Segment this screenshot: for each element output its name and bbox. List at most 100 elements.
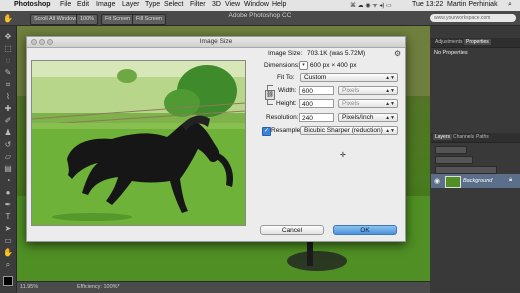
resample-label: Resample:: [271, 127, 303, 134]
menu-image[interactable]: Image: [96, 1, 115, 8]
dimensions-dropdown-icon[interactable]: ▾: [299, 61, 308, 70]
tab-properties[interactable]: Properties: [464, 39, 491, 45]
height-unit-select[interactable]: Pixels ▲▼: [338, 99, 398, 108]
menu-3d[interactable]: 3D: [212, 1, 221, 8]
blur-tool-icon[interactable]: ◔: [3, 176, 13, 186]
menu-select[interactable]: Select: [164, 1, 183, 8]
resample-checkbox[interactable]: ✓: [262, 127, 271, 136]
pen-tool-icon[interactable]: ✒: [3, 200, 13, 210]
layer-kind-filter[interactable]: [435, 146, 467, 154]
minimize-icon[interactable]: [39, 39, 45, 45]
efficiency-readout[interactable]: Efficiency: 100%*: [77, 284, 120, 290]
width-label: Width:: [278, 87, 297, 94]
dimensions-label: Dimensions:: [264, 62, 300, 69]
chevron-down-icon: ▲▼: [385, 115, 395, 121]
crop-tool-icon[interactable]: ⌗: [3, 80, 13, 90]
cancel-button[interactable]: Cancel: [260, 225, 324, 235]
resample-method-select[interactable]: Bicubic Sharper (reduction) ▲▼: [300, 126, 398, 135]
status-icons: ⌘ ☁ ◉ ᯤ ◂) ▭: [350, 3, 392, 9]
user-name[interactable]: Martin Perhiniak: [447, 1, 498, 8]
tab-paths[interactable]: Paths: [474, 134, 491, 140]
dimensions-value: 600 px × 400 px: [310, 62, 357, 69]
layers-tabs: Layers Channels Paths: [431, 133, 520, 143]
fit-to-select[interactable]: Custom ▲▼: [300, 73, 398, 82]
dialog-title-bar: Image Size: [27, 37, 405, 48]
resolution-unit-value: Pixels/Inch: [342, 114, 374, 121]
shape-tool-icon[interactable]: ▭: [3, 236, 13, 246]
image-preview[interactable]: [31, 60, 246, 226]
status-bar: 11.95% Efficiency: 100%*: [17, 281, 430, 293]
foreground-color-swatch[interactable]: [3, 276, 13, 286]
settings-gear-icon[interactable]: ⚙: [394, 49, 401, 58]
hand-tool-icon[interactable]: ✋: [3, 248, 13, 258]
resolution-input[interactable]: 240: [299, 113, 334, 122]
fit-to-label: Fit To:: [277, 74, 295, 81]
zoom-readout[interactable]: 11.95%: [20, 284, 38, 290]
chevron-down-icon: ▲▼: [385, 75, 395, 81]
spotlight-icon[interactable]: ⌕: [508, 1, 512, 9]
height-input[interactable]: 400: [299, 99, 334, 108]
workspace-search[interactable]: www.yourworkspace.com: [430, 14, 516, 22]
quick-select-tool-icon[interactable]: ✎: [3, 68, 13, 78]
tools-panel: ✥ ⬚ ◌ ✎ ⌗ ⌇ ✚ ✐ ♟ ↺ ▱ ▤ ◔ ● ✒ T ➤ ▭ ✋ ⌕: [0, 26, 17, 292]
image-size-value: 703.1K (was 5.72M): [307, 50, 366, 57]
tab-channels[interactable]: Channels: [451, 134, 476, 140]
layer-name[interactable]: Background: [463, 178, 492, 184]
options-bar: ✋ Scroll All Windows 100% Fit Screen Fil…: [0, 11, 520, 26]
layer-row-background[interactable]: ◉ Background 🔒︎: [431, 174, 520, 188]
menu-edit[interactable]: Edit: [77, 1, 89, 8]
resolution-unit-select[interactable]: Pixels/Inch ▲▼: [338, 113, 398, 122]
mac-menubar: Photoshop File Edit Image Layer Type Sel…: [0, 0, 520, 11]
lock-icon: 🔒︎: [509, 177, 513, 183]
width-input[interactable]: 600: [299, 86, 334, 95]
image-size-label: Image Size:: [268, 50, 303, 57]
menu-filter[interactable]: Filter: [190, 1, 206, 8]
mouse-cursor-icon: ✛: [340, 152, 346, 159]
width-unit-select[interactable]: Pixels ▲▼: [338, 86, 398, 95]
resample-method-value: Bicubic Sharper (reduction): [304, 127, 383, 134]
healing-tool-icon[interactable]: ✚: [3, 104, 13, 114]
right-panels: Adjustments Properties No Properties Lay…: [431, 26, 520, 292]
blend-mode-select[interactable]: [435, 156, 473, 164]
image-size-dialog: Image Size Image Size: 703.1K (was 5.72M…: [26, 36, 406, 242]
menu-layer[interactable]: Layer: [122, 1, 140, 8]
menu-help[interactable]: Help: [272, 1, 286, 8]
link-chain-icon[interactable]: ⛓: [265, 90, 275, 100]
lasso-tool-icon[interactable]: ◌: [3, 56, 13, 66]
close-icon[interactable]: [31, 39, 37, 45]
type-tool-icon[interactable]: T: [3, 212, 13, 222]
tab-layers[interactable]: Layers: [433, 134, 453, 140]
horse-preview-image: [32, 61, 245, 225]
gradient-tool-icon[interactable]: ▤: [3, 164, 13, 174]
chevron-down-icon: ▲▼: [385, 128, 395, 134]
menu-window[interactable]: Window: [244, 1, 269, 8]
dodge-tool-icon[interactable]: ●: [3, 188, 13, 198]
menu-photoshop[interactable]: Photoshop: [14, 1, 51, 8]
ok-button[interactable]: OK: [333, 225, 397, 235]
clock: Tue 13:22: [412, 1, 444, 8]
menu-type[interactable]: Type: [145, 1, 160, 8]
no-properties-text: No Properties: [434, 50, 468, 56]
lock-options[interactable]: [435, 166, 497, 174]
height-label: Height:: [276, 100, 297, 107]
marquee-tool-icon[interactable]: ⬚: [3, 44, 13, 54]
resolution-label: Resolution:: [266, 114, 299, 121]
zoom-icon[interactable]: [47, 39, 53, 45]
menu-view[interactable]: View: [225, 1, 240, 8]
brush-tool-icon[interactable]: ✐: [3, 116, 13, 126]
move-tool-icon[interactable]: ✥: [3, 32, 13, 42]
chevron-down-icon: ▲▼: [385, 88, 395, 94]
dialog-title: Image Size: [199, 38, 233, 45]
eyedropper-tool-icon[interactable]: ⌇: [3, 92, 13, 102]
eraser-tool-icon[interactable]: ▱: [3, 152, 13, 162]
zoom-tool-icon[interactable]: ⌕: [3, 260, 13, 270]
stamp-tool-icon[interactable]: ♟: [3, 128, 13, 138]
eye-icon[interactable]: ◉: [434, 177, 440, 185]
path-select-icon[interactable]: ➤: [3, 224, 13, 234]
properties-tabs: Adjustments Properties: [431, 38, 520, 48]
fit-to-value: Custom: [304, 74, 327, 81]
tab-adjustments[interactable]: Adjustments: [433, 39, 465, 45]
history-brush-icon[interactable]: ↺: [3, 140, 13, 150]
menu-file[interactable]: File: [60, 1, 71, 8]
chevron-down-icon: ▲▼: [385, 101, 395, 107]
